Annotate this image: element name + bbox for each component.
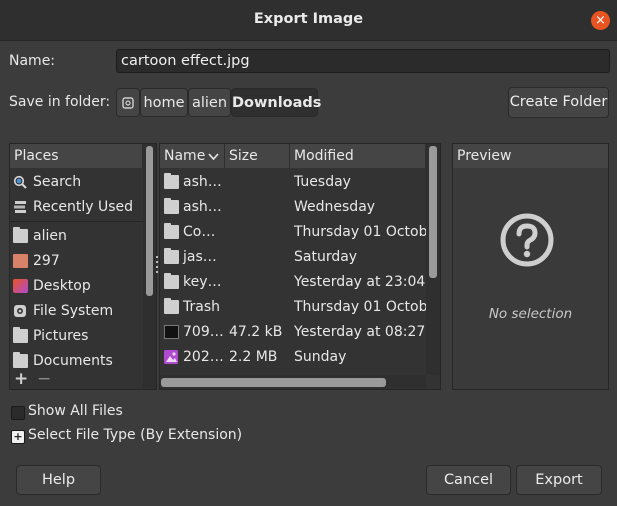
file-modified: Sunday — [294, 349, 347, 365]
places-item-label: 297 — [33, 253, 60, 269]
show-all-files-checkbox[interactable] — [11, 406, 25, 420]
places-toolbar: + − — [10, 369, 143, 389]
help-button[interactable]: Help — [16, 465, 101, 495]
places-item-recently-used[interactable]: Recently Used — [10, 195, 156, 220]
file-size: 47.2 kB — [229, 324, 283, 340]
places-item-label: Recently Used — [33, 199, 134, 215]
file-modified: Thursday 01 Octobe — [294, 299, 437, 315]
places-scrollbar[interactable] — [143, 144, 156, 389]
places-item-label: Desktop — [33, 278, 91, 294]
file-name: 709… — [183, 324, 224, 340]
save-in-folder-label: Save in folder: — [9, 94, 111, 110]
file-modified: Yesterday at 23:04 — [294, 274, 426, 290]
places-divider — [10, 221, 143, 222]
file-name: jas… — [183, 249, 217, 265]
file-size: 2.2 MB — [229, 349, 278, 365]
file-row[interactable]: 709… 47.2 kB Yesterday at 08:27 — [160, 320, 440, 345]
file-name: 202… — [183, 349, 224, 365]
file-row[interactable]: ash… Wednesday — [160, 195, 440, 220]
name-label: Name: — [9, 53, 56, 69]
file-name: ash… — [183, 199, 222, 215]
folder-icon — [164, 248, 179, 264]
places-item-label: File System — [33, 303, 114, 319]
question-icon — [500, 213, 554, 267]
image-thumb-icon — [164, 325, 179, 339]
close-button[interactable]: × — [591, 11, 610, 30]
create-folder-button[interactable]: Create Folder — [508, 87, 609, 118]
title-bar: Export Image × — [0, 0, 617, 41]
places-item-desktop[interactable]: Desktop — [10, 274, 156, 299]
column-header-size[interactable]: Size — [225, 144, 290, 168]
file-list-vscrollbar[interactable] — [426, 144, 440, 375]
add-bookmark-button[interactable]: + — [14, 369, 28, 389]
folder-icon — [13, 227, 28, 243]
recent-icon — [14, 201, 26, 213]
sort-descending-icon — [208, 153, 219, 161]
folder-icon — [164, 198, 179, 214]
search-icon — [13, 175, 27, 189]
folder-icon — [13, 327, 28, 343]
file-list-panel: Name Size Modified ash… Tuesday ash… Wed… — [159, 143, 441, 390]
cancel-button[interactable]: Cancel — [426, 465, 511, 495]
places-item-file-system[interactable]: File System — [10, 299, 156, 324]
places-header[interactable]: Places — [10, 144, 143, 168]
drive-icon — [14, 305, 26, 317]
file-name: Trash — [183, 299, 220, 315]
select-file-type-label[interactable]: Select File Type (By Extension) — [28, 427, 242, 443]
places-item-297[interactable]: 297 — [10, 249, 156, 274]
column-header-name[interactable]: Name — [160, 144, 225, 168]
column-header-name-label: Name — [164, 148, 206, 164]
preview-header: Preview — [453, 144, 608, 168]
breadcrumb-alien[interactable]: alien — [188, 88, 231, 117]
places-panel: Places Search Recently Used alien 297 De… — [9, 143, 157, 390]
places-item-label: alien — [33, 228, 67, 244]
image-file-icon — [164, 350, 178, 364]
breadcrumb-home[interactable]: home — [140, 88, 188, 117]
desktop-icon — [13, 279, 28, 293]
breadcrumb-root-button[interactable] — [116, 88, 140, 117]
folder-icon — [164, 173, 179, 189]
folder-icon — [164, 273, 179, 289]
file-modified: Tuesday — [294, 174, 351, 190]
file-row[interactable]: Trash Thursday 01 Octobe — [160, 295, 440, 320]
file-row[interactable]: ash… Tuesday — [160, 170, 440, 195]
file-row[interactable]: jas… Saturday — [160, 245, 440, 270]
places-item-label: Pictures — [33, 328, 89, 344]
dialog-title: Export Image — [253, 11, 364, 27]
folder-icon — [13, 254, 28, 268]
file-list-hscrollbar-thumb[interactable] — [161, 378, 386, 387]
places-item-label: Search — [33, 174, 82, 190]
show-all-files-label[interactable]: Show All Files — [28, 403, 123, 419]
file-list-hscrollbar[interactable] — [160, 375, 426, 389]
preview-empty-text: No selection — [488, 306, 573, 322]
breadcrumb-downloads[interactable]: Downloads — [231, 88, 321, 117]
remove-bookmark-button[interactable]: − — [37, 369, 51, 389]
places-scrollbar-thumb[interactable] — [146, 146, 153, 296]
folder-icon — [164, 223, 179, 239]
folder-icon — [13, 352, 28, 368]
preview-panel: Preview No selection — [452, 143, 609, 390]
file-list-vscrollbar-thumb[interactable] — [429, 146, 437, 278]
file-type-expander[interactable]: + — [11, 430, 25, 444]
drive-icon — [122, 97, 134, 109]
file-name: key… — [183, 274, 222, 290]
file-row[interactable]: key… Yesterday at 23:04 — [160, 270, 440, 295]
places-item-search[interactable]: Search — [10, 170, 156, 195]
file-row[interactable]: Co… Thursday 01 Octobe — [160, 220, 440, 245]
file-row[interactable]: 202… 2.2 MB Sunday — [160, 345, 440, 370]
export-button[interactable]: Export — [516, 465, 602, 495]
column-header-modified[interactable]: Modified — [290, 144, 426, 168]
file-modified: Wednesday — [294, 199, 376, 215]
filename-input[interactable]: cartoon effect.jpg — [116, 49, 610, 73]
file-modified: Yesterday at 08:27 — [294, 324, 426, 340]
file-modified: Thursday 01 Octobe — [294, 224, 437, 240]
file-modified: Saturday — [294, 249, 358, 265]
places-item-alien[interactable]: alien — [10, 224, 156, 249]
file-name: ash… — [183, 174, 222, 190]
places-item-pictures[interactable]: Pictures — [10, 324, 156, 349]
folder-icon — [164, 298, 179, 314]
file-name: Co… — [183, 224, 216, 240]
